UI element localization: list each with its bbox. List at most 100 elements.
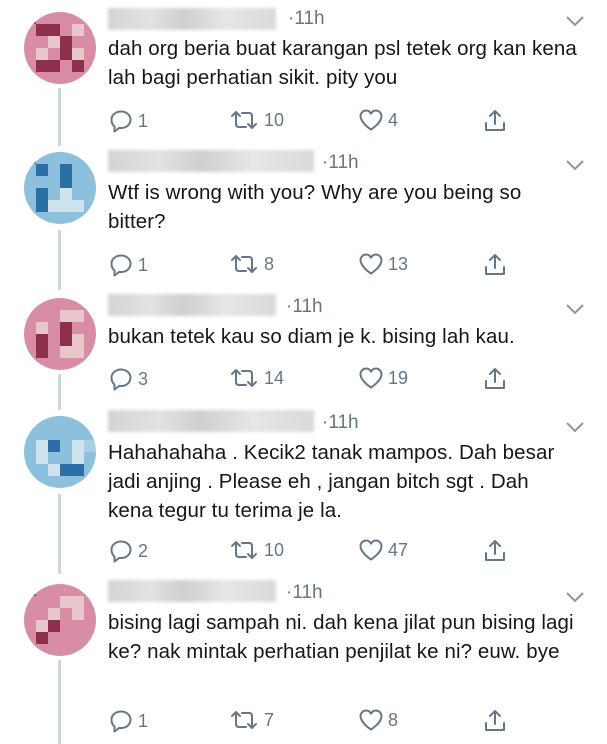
avatar-pixel	[84, 476, 96, 488]
chevron-down-icon[interactable]	[565, 590, 585, 604]
avatar-pixel	[36, 464, 48, 476]
like-count: 4	[388, 109, 399, 130]
avatar-pixel	[36, 452, 48, 464]
retweet-button[interactable]: 10	[228, 108, 284, 132]
reply-button[interactable]: 1	[108, 252, 148, 278]
avatar-pixel	[48, 72, 60, 84]
share-icon	[482, 108, 508, 134]
avatar-pixel	[60, 608, 72, 620]
avatar-pixel	[60, 310, 72, 322]
avatar-pixel	[36, 176, 48, 188]
share-button[interactable]	[482, 538, 508, 564]
reply-button[interactable]: 3	[108, 366, 148, 392]
avatar-pixel	[24, 428, 36, 440]
share-button[interactable]	[482, 366, 508, 392]
retweet-button[interactable]: 8	[228, 252, 274, 276]
tweet-timestamp[interactable]: ·11h	[286, 296, 323, 318]
avatar-pixel	[84, 164, 96, 176]
avatar[interactable]	[24, 584, 96, 656]
retweet-button[interactable]: 14	[228, 366, 284, 390]
avatar-pixel	[36, 12, 48, 24]
avatar-pixel	[36, 476, 48, 488]
chevron-down-icon[interactable]	[565, 14, 585, 28]
avatar-pixel	[84, 212, 96, 224]
like-button[interactable]: 8	[358, 708, 398, 732]
tweet-text: Hahahahaha . Kecik2 tanak mampos. Dah be…	[108, 441, 555, 522]
author-name[interactable]	[108, 150, 314, 172]
tweet-timestamp[interactable]: ·11h	[322, 152, 359, 174]
avatar-pixel	[48, 476, 60, 488]
share-icon	[482, 708, 508, 734]
avatar-pixel	[36, 188, 48, 200]
avatar-pixel	[72, 644, 84, 656]
like-button[interactable]: 4	[358, 108, 398, 132]
avatar-pixel	[48, 452, 60, 464]
avatar-pixel	[24, 452, 36, 464]
avatar-pixel	[72, 334, 84, 346]
heart-icon	[358, 366, 384, 390]
author-name[interactable]	[108, 410, 314, 432]
tweet-timestamp[interactable]: ·11h	[286, 582, 323, 604]
avatar[interactable]	[24, 298, 96, 370]
author-name[interactable]	[108, 294, 276, 316]
chevron-down-icon[interactable]	[565, 420, 585, 434]
retweet-icon	[228, 708, 260, 732]
avatar[interactable]	[24, 152, 96, 224]
avatar-pixel	[72, 632, 84, 644]
avatar-pixel	[60, 358, 72, 370]
avatar-pixel	[60, 440, 72, 452]
author-name[interactable]	[108, 580, 276, 602]
avatar-pixel	[24, 440, 36, 452]
author-name[interactable]	[108, 8, 276, 30]
share-button[interactable]	[482, 108, 508, 134]
avatar-pixel	[72, 298, 84, 310]
avatar-pixel	[72, 322, 84, 334]
chevron-down-icon[interactable]	[565, 302, 585, 316]
avatar[interactable]	[24, 416, 96, 488]
avatar-pixel	[60, 334, 72, 346]
avatar-pixel	[24, 36, 36, 48]
retweet-button[interactable]: 7	[228, 708, 274, 732]
avatar-pixel	[72, 152, 84, 164]
avatar-pixel	[60, 620, 72, 632]
tweet-actions: 1 8 13	[108, 252, 528, 280]
like-button[interactable]: 19	[358, 366, 408, 390]
avatar-pixel	[36, 212, 48, 224]
share-button[interactable]	[482, 708, 508, 734]
avatar-pixel	[84, 596, 96, 608]
avatar-pixel	[24, 608, 36, 620]
tweet-timestamp[interactable]: ·11h	[322, 412, 359, 434]
reply-button[interactable]: 2	[108, 538, 148, 564]
retweet-icon	[228, 252, 260, 276]
reply-icon	[108, 708, 134, 734]
avatar-pixel	[60, 24, 72, 36]
avatar-pixel	[24, 596, 36, 608]
like-button[interactable]: 13	[358, 252, 408, 276]
avatar-pixel	[24, 48, 36, 60]
like-button[interactable]: 47	[358, 538, 408, 562]
reply-button[interactable]: 1	[108, 708, 148, 734]
thread-line	[58, 230, 61, 290]
tweet-timestamp[interactable]: ·11h	[288, 8, 325, 30]
avatar-pixel	[48, 358, 60, 370]
retweet-button[interactable]: 10	[228, 538, 284, 562]
retweet-count: 7	[264, 709, 275, 730]
avatar-pixel	[36, 60, 48, 72]
avatar-pixel	[24, 12, 36, 24]
avatar-pixel	[24, 416, 36, 428]
tweet-text: dah org beria buat karangan psl tetek or…	[108, 37, 577, 89]
chevron-down-icon[interactable]	[565, 158, 585, 172]
avatar-pixel	[36, 334, 48, 346]
avatar-pixel	[84, 608, 96, 620]
share-button[interactable]	[482, 252, 508, 278]
avatar[interactable]	[24, 12, 96, 84]
avatar-pixel	[60, 12, 72, 24]
thread-line	[58, 88, 61, 146]
avatar-pixel	[36, 596, 48, 608]
avatar-pixel	[72, 346, 84, 358]
reply-button[interactable]: 1	[108, 108, 148, 134]
avatar-pixel	[36, 584, 48, 596]
tweet-actions: 2 10 47	[108, 538, 528, 566]
avatar-pixel	[60, 72, 72, 84]
retweet-icon	[228, 108, 260, 132]
